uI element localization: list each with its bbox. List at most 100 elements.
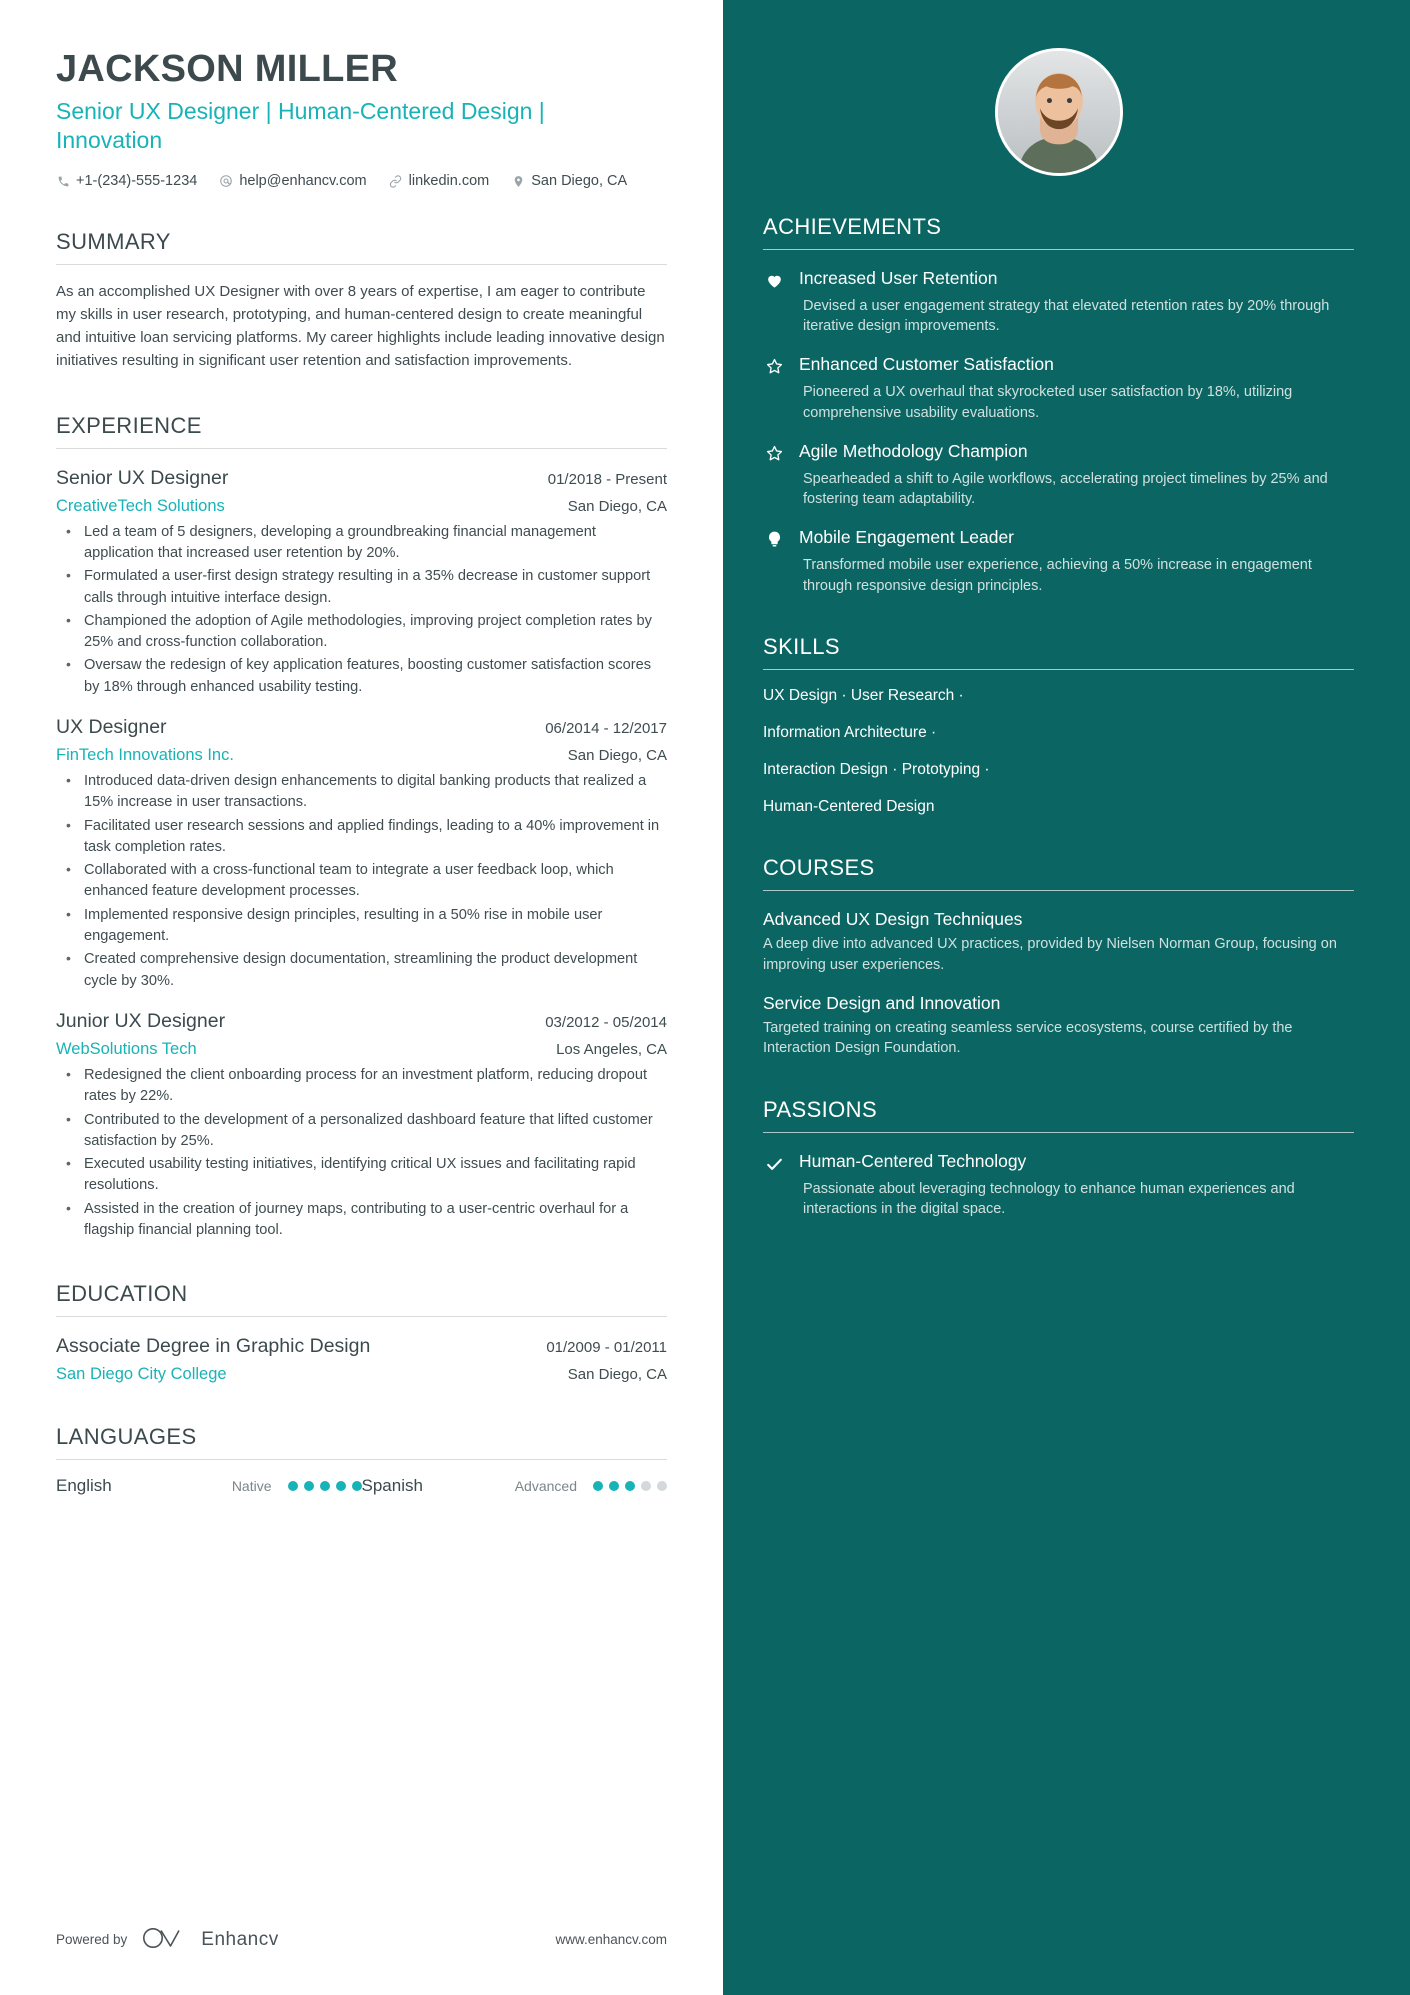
courses-section: COURSES Advanced UX Design Techniques A …: [763, 855, 1354, 1058]
job-dates: 03/2012 - 05/2014: [545, 1013, 667, 1031]
languages-list: English Native Spanish Advanced: [56, 1476, 667, 1496]
contact-location-text: San Diego, CA: [531, 173, 628, 190]
proficiency-dot: [625, 1481, 635, 1492]
footer: Powered by Enhancv www.enhancv.com: [56, 1926, 667, 1953]
education-school[interactable]: San Diego City College: [56, 1365, 227, 1384]
experience-bullet-list: Redesigned the client onboarding process…: [56, 1064, 667, 1241]
achievement-item: Agile Methodology Champion Spearheaded a…: [763, 441, 1354, 509]
enhancv-logo-icon: [141, 1926, 187, 1953]
achievements-divider: [763, 249, 1354, 250]
experience-bullet: Introduced data-driven design enhancemen…: [56, 770, 667, 814]
passion-body: Human-Centered Technology Passionate abo…: [799, 1151, 1354, 1219]
education-entry-header: Associate Degree in Graphic Design 01/20…: [56, 1335, 667, 1358]
resume-page: JACKSON MILLER Senior UX Designer | Huma…: [0, 0, 1410, 1995]
achievement-body: Increased User Retention Devised a user …: [799, 268, 1354, 336]
language-level: Native: [231, 1478, 272, 1495]
education-entry-subheader: San Diego City College San Diego, CA: [56, 1365, 667, 1384]
experience-entry: UX Designer 06/2014 - 12/2017 FinTech In…: [56, 716, 667, 992]
job-title: Senior UX Designer: [56, 466, 229, 489]
experience-entry: Senior UX Designer 01/2018 - Present Cre…: [56, 467, 667, 698]
experience-title: EXPERIENCE: [56, 412, 202, 438]
proficiency-dot: [287, 1481, 298, 1492]
summary-divider: [56, 264, 667, 266]
achievements-list: Increased User Retention Devised a user …: [763, 268, 1354, 596]
professional-headline: Senior UX Designer | Human-Centered Desi…: [56, 97, 545, 153]
course-description: Targeted training on creating seamless s…: [763, 1020, 1293, 1057]
powered-by-label: Powered by: [56, 1932, 128, 1947]
avatar: [994, 48, 1123, 176]
experience-bullet: Championed the adoption of Agile methodo…: [56, 610, 667, 654]
achievement-title: Mobile Engagement Leader: [799, 527, 1015, 548]
contact-location: San Diego, CA: [511, 173, 627, 189]
experience-bullet: Implemented responsive design principles…: [56, 904, 667, 948]
job-location: San Diego, CA: [567, 497, 667, 515]
proficiency-dot: [593, 1481, 603, 1492]
courses-list: Advanced UX Design Techniques A deep div…: [763, 908, 1354, 1058]
job-company[interactable]: FinTech Innovations Inc.: [56, 746, 234, 765]
skills-section: SKILLS UX Design · User Research · Inform…: [763, 634, 1354, 818]
star-icon: [763, 354, 785, 422]
job-location: Los Angeles, CA: [556, 1040, 667, 1058]
contact-linkedin[interactable]: linkedin.com: [389, 173, 490, 190]
achievement-item: Increased User Retention Devised a user …: [763, 268, 1354, 336]
achievement-item: Mobile Engagement Leader Transformed mob…: [763, 527, 1354, 595]
link-icon: [389, 174, 403, 188]
education-list: Associate Degree in Graphic Design 01/20…: [56, 1335, 667, 1384]
summary-section: SUMMARY As an accomplished UX Designer w…: [56, 229, 667, 372]
language-name: English: [56, 1476, 112, 1496]
achievement-description: Devised a user engagement strategy that …: [803, 297, 1330, 335]
achievement-body: Mobile Engagement Leader Transformed mob…: [799, 527, 1354, 595]
achievement-title: Enhanced Customer Satisfaction: [799, 354, 1054, 375]
proficiency-dot: [351, 1481, 362, 1492]
check-icon: [763, 1151, 785, 1219]
languages-title: LANGUAGES: [56, 1424, 197, 1450]
summary-text: As an accomplished UX Designer with over…: [56, 283, 665, 369]
achievements-title: ACHIEVEMENTS: [763, 214, 942, 239]
job-company[interactable]: WebSolutions Tech: [56, 1040, 197, 1059]
language-item: English Native: [56, 1476, 362, 1496]
experience-bullet: Collaborated with a cross-functional tea…: [56, 859, 667, 903]
job-title: UX Designer: [56, 715, 167, 738]
skills-list: UX Design · User Research · Information A…: [763, 686, 1354, 818]
achievement-title: Agile Methodology Champion: [799, 440, 1028, 461]
experience-bullet-list: Led a team of 5 designers, developing a …: [56, 521, 667, 698]
language-item: Spanish Advanced: [361, 1476, 667, 1496]
main-column: JACKSON MILLER Senior UX Designer | Huma…: [0, 0, 723, 1995]
language-proficiency-dots: [287, 1481, 362, 1492]
education-section: EDUCATION Associate Degree in Graphic De…: [56, 1281, 667, 1384]
passions-section: PASSIONS Human-Centered Technology Passi…: [763, 1097, 1354, 1219]
summary-title: SUMMARY: [56, 229, 171, 255]
contact-phone[interactable]: +1-(234)-555-1234: [56, 173, 197, 189]
powered-by-block: Powered by Enhancv: [56, 1926, 279, 1953]
language-name: Spanish: [361, 1476, 423, 1496]
course-title: Advanced UX Design Techniques: [763, 909, 1023, 930]
contact-email[interactable]: help@enhancv.com: [219, 173, 367, 189]
star-icon: [763, 441, 785, 509]
achievement-description: Spearheaded a shift to Agile workflows, …: [803, 470, 1328, 508]
experience-bullet-list: Introduced data-driven design enhancemen…: [56, 770, 667, 992]
passion-title: Human-Centered Technology: [799, 1150, 1027, 1171]
education-degree: Associate Degree in Graphic Design: [56, 1335, 371, 1358]
education-dates: 01/2009 - 01/2011: [546, 1339, 667, 1357]
experience-entry-subheader: FinTech Innovations Inc. San Diego, CA: [56, 746, 667, 765]
experience-divider: [56, 447, 667, 449]
proficiency-dot: [657, 1481, 667, 1492]
courses-title: COURSES: [763, 855, 875, 881]
skills-title: SKILLS: [763, 633, 841, 659]
experience-bullet: Oversaw the redesign of key application …: [56, 654, 667, 698]
job-company[interactable]: CreativeTech Solutions: [56, 497, 225, 516]
skills-divider: [763, 668, 1354, 670]
course-description: A deep dive into advanced UX practices, …: [763, 936, 1337, 973]
experience-bullet: Redesigned the client onboarding process…: [56, 1064, 667, 1108]
heart-icon: [763, 268, 785, 336]
course-item: Service Design and Innovation Targeted t…: [763, 992, 1354, 1059]
passion-item: Human-Centered Technology Passionate abo…: [763, 1151, 1354, 1219]
contact-linkedin-text: linkedin.com: [408, 173, 490, 190]
location-pin-icon: [511, 174, 525, 188]
proficiency-dot: [335, 1481, 346, 1492]
experience-entry: Junior UX Designer 03/2012 - 05/2014 Web…: [56, 1010, 667, 1241]
email-icon: [219, 174, 233, 188]
avatar-photo-icon: [997, 51, 1120, 173]
education-entry: Associate Degree in Graphic Design 01/20…: [56, 1335, 667, 1384]
footer-website[interactable]: www.enhancv.com: [555, 1932, 667, 1947]
